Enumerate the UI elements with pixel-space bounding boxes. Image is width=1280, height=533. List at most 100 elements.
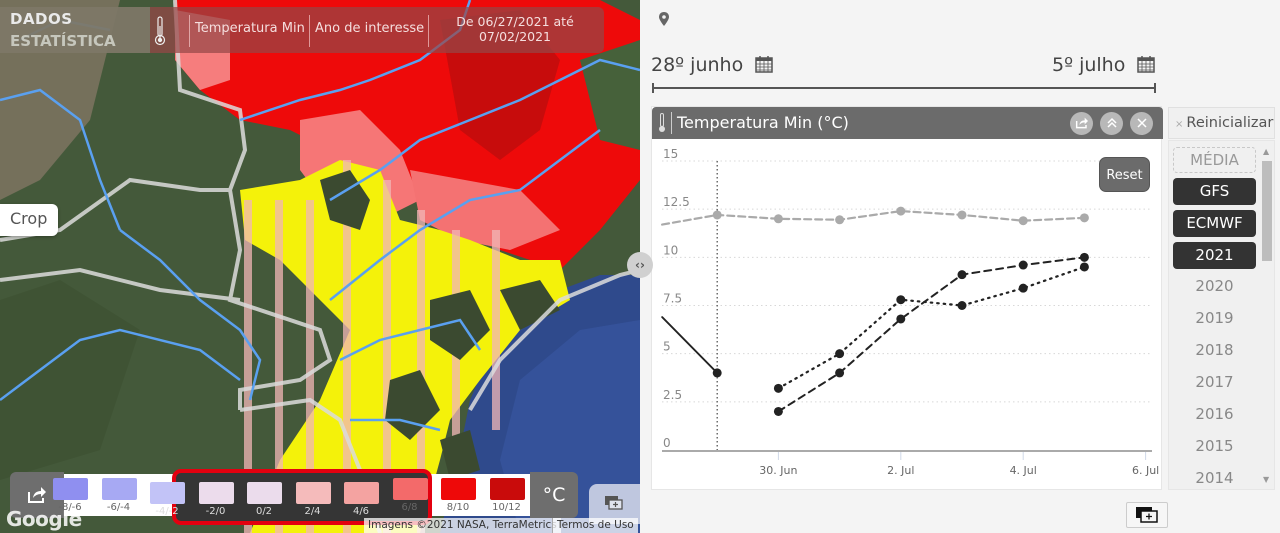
y-tick-label: 0: [663, 436, 671, 450]
series-year-2016[interactable]: 2016: [1173, 405, 1256, 423]
series-point-m-dia[interactable]: [835, 215, 845, 225]
series-year-2017[interactable]: 2017: [1173, 373, 1256, 391]
series-year-2018[interactable]: 2018: [1173, 341, 1256, 359]
series-point-ecmwf[interactable]: [896, 314, 906, 324]
series-button-ecmwf[interactable]: ECMWF: [1173, 210, 1256, 237]
crop-button[interactable]: Crop: [0, 204, 58, 236]
series-media-button[interactable]: MÉDIA: [1173, 147, 1256, 173]
calendar-icon: [755, 56, 773, 73]
scrollbar[interactable]: ▲ ▼: [1260, 141, 1274, 489]
series-line-gfs[interactable]: [777, 265, 1086, 390]
variable-selector[interactable]: Temperatura Min: [195, 21, 305, 36]
series-point-m-dia[interactable]: [773, 214, 783, 224]
reinitialize-button[interactable]: × Reinicializar: [1168, 107, 1275, 139]
series-year-2019[interactable]: 2019: [1173, 309, 1256, 327]
legend-swatch[interactable]: [150, 482, 185, 504]
terms-link[interactable]: Termos de Uso: [552, 518, 638, 533]
legend-swatch[interactable]: [247, 482, 282, 504]
chart-header: Temperatura Min (°C): [652, 107, 1163, 139]
series-point-gfs[interactable]: [835, 349, 845, 359]
scroll-down-icon[interactable]: ▼: [1263, 475, 1269, 484]
series-button-gfs[interactable]: GFS: [1173, 178, 1256, 205]
legend-swatch[interactable]: [101, 478, 137, 500]
close-chart-button[interactable]: [1130, 112, 1153, 135]
legend-label: 6/8: [401, 502, 418, 513]
map-header-bar: DADOS ESTATÍSTICA Temperatura Min Ano de…: [0, 7, 604, 53]
series-button-2021[interactable]: 2021: [1173, 242, 1256, 269]
x-tick-label: 4. Jul: [1010, 464, 1037, 477]
add-window-icon: [1136, 507, 1158, 523]
series-point-gfs[interactable]: [896, 295, 906, 305]
series-list: MÉDIA ▲ ▼ GFS ECMWF 2021 2020 2019 2018 2017 20…: [1168, 140, 1275, 490]
add-window-icon: [605, 496, 623, 510]
map-view[interactable]: DADOS ESTATÍSTICA Temperatura Min Ano de…: [0, 0, 640, 533]
thermometer-icon: [659, 113, 665, 132]
series-year-2014[interactable]: 2014: [1173, 469, 1256, 487]
chart-plot[interactable]: 0 2.5 5 7.5 10 12.5 15 30. Jun 2. Jul 4. Jul 6. Ju…: [652, 139, 1163, 491]
share-chart-button[interactable]: [1070, 112, 1093, 135]
collapse-chart-button[interactable]: [1100, 112, 1123, 135]
reset-zoom-button[interactable]: Reset: [1099, 157, 1150, 192]
legend-swatch[interactable]: [53, 478, 88, 500]
chevrons-icon: ‹›: [635, 258, 645, 272]
series-point-m-dia[interactable]: [1018, 216, 1028, 226]
google-logo: Google: [6, 507, 82, 531]
split-view-handle[interactable]: ‹›: [627, 252, 653, 278]
series-point-ecmwf[interactable]: [773, 406, 783, 416]
scroll-up-icon[interactable]: ▲: [1263, 147, 1269, 156]
legend-label: 2/4: [304, 506, 321, 517]
series-point-ecmwf[interactable]: [1079, 252, 1089, 262]
x-tick-label: 30. Jun: [759, 464, 797, 477]
mode-selector[interactable]: Ano de interesse: [315, 21, 424, 36]
series-point-gfs[interactable]: [773, 383, 783, 393]
map-canvas[interactable]: [0, 0, 640, 533]
brand-logo[interactable]: DADOS ESTATÍSTICA: [0, 7, 150, 53]
unit-toggle[interactable]: °C: [530, 472, 578, 518]
series-point-ecmwf[interactable]: [957, 270, 967, 280]
brand-line-1: DADOS: [10, 10, 73, 28]
add-chart-button[interactable]: [1126, 502, 1168, 528]
date-range-selector[interactable]: De 06/27/2021 até 07/02/2021: [440, 14, 590, 44]
legend-label: -6/-4: [106, 502, 131, 513]
series-point-m-dia[interactable]: [1079, 213, 1089, 223]
series-point-gfs[interactable]: [1079, 262, 1089, 272]
legend-swatch[interactable]: [198, 482, 234, 504]
legend-swatches: -4/-2 -2/0 0/2 2/4 4/6 -8/-6 -6/-4 6/8 8/10 10/1…: [53, 469, 573, 525]
reinitialize-label: Reinicializar: [1186, 115, 1274, 131]
series-point-gfs[interactable]: [957, 301, 967, 310]
chart-title: Temperatura Min (°C): [677, 113, 849, 132]
y-tick-label: 5: [663, 340, 671, 354]
legend-label: -4/-2: [155, 506, 179, 517]
legend-swatch[interactable]: [489, 478, 525, 500]
end-date-picker[interactable]: 5º julho: [1052, 54, 1156, 76]
legend-swatch[interactable]: [344, 482, 379, 504]
series-point-m-dia[interactable]: [957, 210, 967, 220]
legend-label: 4/6: [352, 506, 370, 517]
legend-swatch[interactable]: [392, 478, 428, 500]
scrollbar-thumb[interactable]: [1262, 161, 1272, 261]
legend-swatch[interactable]: [295, 482, 331, 504]
start-date-label: 28º junho: [651, 54, 744, 76]
start-date-picker[interactable]: 28º junho: [651, 54, 773, 76]
series-point-gfs[interactable]: [1018, 283, 1028, 293]
chart-panel: 28º junho 5º julho Temperatura Min (°C) …: [640, 0, 1280, 533]
brand-line-2: ESTATÍSTICA: [10, 32, 116, 50]
calendar-icon: [1137, 56, 1156, 73]
double-chevron-up-icon: [1106, 117, 1117, 128]
share-icon: [1075, 117, 1088, 129]
thermometer-icon: [154, 16, 166, 46]
series-line-ecmwf[interactable]: [777, 256, 1086, 413]
date-range-slider[interactable]: [652, 83, 1156, 93]
legend-bar: -4/-2 -2/0 0/2 2/4 4/6 -8/-6 -6/-4 6/8 8/10 10/1…: [10, 469, 578, 525]
series-point-m-dia[interactable]: [896, 206, 906, 216]
series-year-2015[interactable]: 2015: [1173, 437, 1256, 455]
series-point-ecmwf[interactable]: [835, 368, 845, 378]
legend-label: 10/12: [492, 502, 521, 513]
series-point-2021[interactable]: [712, 368, 722, 378]
series-point-ecmwf[interactable]: [1018, 260, 1028, 270]
legend-label: -2/0: [205, 506, 226, 517]
series-year-2020[interactable]: 2020: [1173, 277, 1256, 295]
series-point-m-dia[interactable]: [712, 210, 722, 220]
location-pin-icon: [659, 12, 669, 26]
legend-swatch[interactable]: [441, 478, 476, 500]
